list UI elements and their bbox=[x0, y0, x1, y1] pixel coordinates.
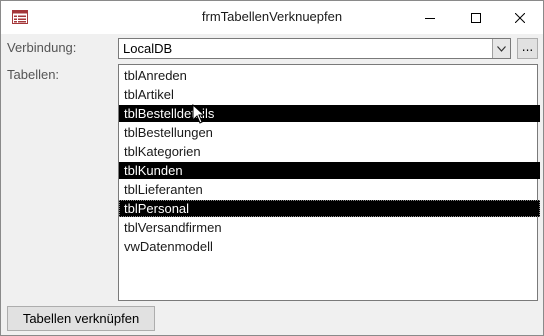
list-item-tblBestellungen[interactable]: tblBestellungen bbox=[119, 124, 540, 141]
list-item-tblKunden[interactable]: tblKunden bbox=[119, 162, 540, 179]
list-item-tblAnreden[interactable]: tblAnreden bbox=[119, 67, 540, 84]
close-icon bbox=[515, 12, 525, 23]
link-tables-button[interactable]: Tabellen verknüpfen bbox=[7, 306, 155, 331]
connection-value: LocalDB bbox=[123, 41, 173, 56]
title-bar[interactable]: frmTabellenVerknuepfen bbox=[1, 1, 543, 34]
close-button[interactable] bbox=[497, 1, 543, 34]
connection-label: Verbindung: bbox=[7, 40, 77, 55]
form-window: frmTabellenVerknuepfen Verbindung: Local… bbox=[0, 0, 544, 336]
tables-listbox[interactable]: tblAnreden tblArtikel tblBestelldetails tbl… bbox=[118, 64, 540, 301]
list-item-tblBestelldetails[interactable]: tblBestelldetails bbox=[119, 105, 540, 122]
maximize-button[interactable] bbox=[453, 1, 499, 34]
list-item-tblArtikel[interactable]: tblArtikel bbox=[119, 86, 540, 103]
browse-connection-button[interactable]: ... bbox=[517, 38, 538, 59]
list-item-tblLieferanten[interactable]: tblLieferanten bbox=[119, 181, 540, 198]
chevron-down-icon bbox=[497, 45, 506, 52]
connection-combobox[interactable]: LocalDB bbox=[118, 38, 511, 59]
list-item-tblKategorien[interactable]: tblKategorien bbox=[119, 143, 540, 160]
tables-label: Tabellen: bbox=[7, 67, 60, 82]
minimize-icon bbox=[425, 17, 435, 19]
mouse-pointer-icon bbox=[192, 104, 206, 124]
minimize-button[interactable] bbox=[407, 1, 453, 34]
list-item-tblPersonal[interactable]: tblPersonal bbox=[119, 200, 540, 217]
list-item-tblVersandfirmen[interactable]: tblVersandfirmen bbox=[119, 219, 540, 236]
maximize-icon bbox=[471, 12, 481, 23]
connection-dropdown-button[interactable] bbox=[492, 39, 510, 58]
list-item-vwDatenmodell[interactable]: vwDatenmodell bbox=[119, 238, 540, 255]
